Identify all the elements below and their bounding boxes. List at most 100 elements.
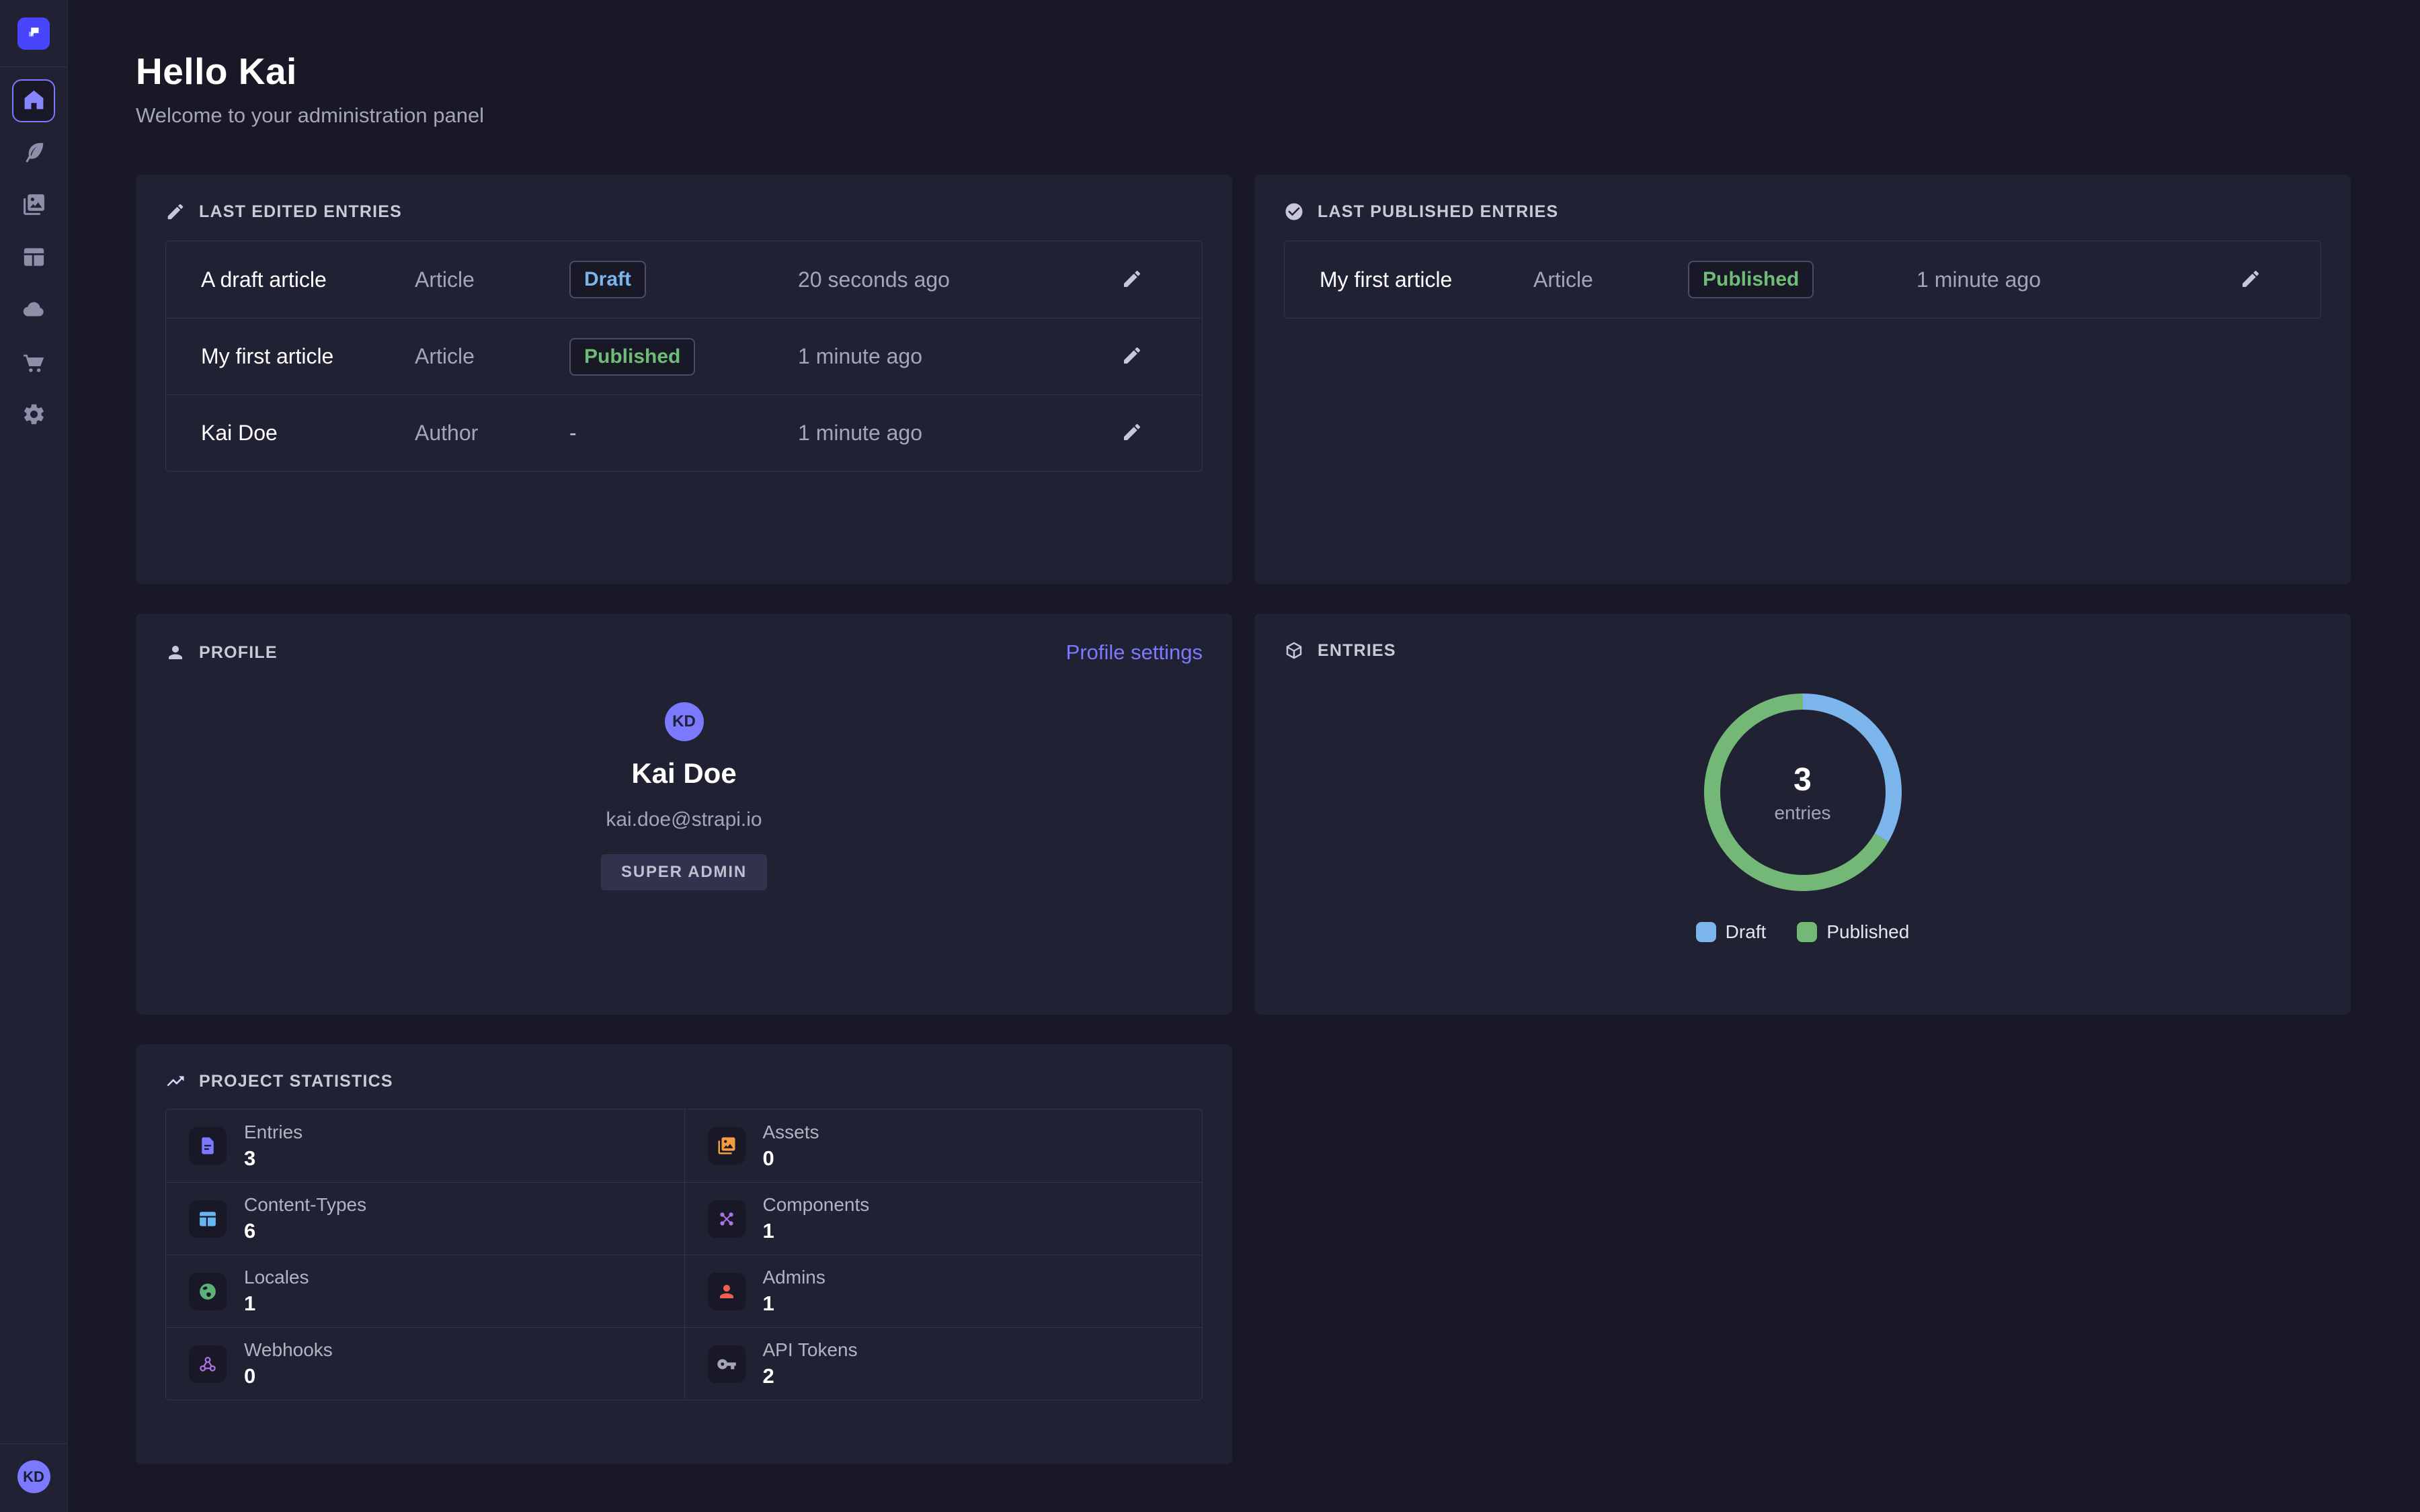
sidebar-item-media-library[interactable] [12,184,55,227]
sidebar-nav [12,67,55,437]
user-avatar[interactable]: KD [17,1460,50,1493]
stat-label: API Tokens [763,1339,858,1361]
stat-webhooks: Webhooks 0 [166,1327,684,1400]
stat-entries: Entries 3 [166,1109,684,1182]
sidebar-item-marketplace[interactable] [12,341,55,384]
entry-status-cell: - [569,421,798,446]
entry-time: 1 minute ago [798,421,1121,446]
pencil-icon [1121,268,1143,292]
project-statistics-card: PROJECT STATISTICS Entries3 Assets0 Cont… [136,1044,1232,1464]
entry-time: 1 minute ago [798,344,1121,369]
card-title: ENTRIES [1318,641,1396,661]
entry-type: Author [415,421,569,446]
legend-swatch-draft [1696,922,1716,942]
entry-name: A draft article [201,267,415,292]
entries-card: ENTRIES 3 entries [1254,614,2351,1015]
card-title: LAST EDITED ENTRIES [199,202,402,222]
sidebar-item-deploy[interactable] [12,289,55,332]
last-edited-entries-table: A draft article Article Draft 20 seconds… [165,241,1203,472]
sidebar-item-content-type-builder[interactable] [12,237,55,280]
gear-icon [22,402,46,429]
edit-entry-button[interactable] [2240,268,2261,292]
stat-label: Entries [244,1122,302,1143]
main-content: Hello Kai Welcome to your administration… [68,0,2420,1464]
images-icon [708,1127,745,1165]
entry-time: 1 minute ago [1917,267,2240,292]
sidebar-item-content-manager[interactable] [12,132,55,175]
person-icon [165,642,186,663]
images-icon [22,192,46,219]
stat-value: 1 [763,1292,825,1316]
stat-components: Components1 [684,1182,1203,1255]
pencil-icon [1121,345,1143,368]
entries-total: 3 [1793,761,1812,798]
legend-label: Published [1826,921,1909,943]
trending-up-icon [165,1071,186,1091]
stat-label: Webhooks [244,1339,333,1361]
entry-type: Article [1533,267,1688,292]
globe-icon [189,1273,227,1310]
profile-role-badge: SUPER ADMIN [601,854,767,890]
feather-icon [22,140,46,167]
stat-label: Assets [763,1122,819,1143]
entry-name: Kai Doe [201,421,415,446]
sidebar: KD [0,0,68,1512]
entry-type: Article [415,344,569,369]
entries-donut-chart: 3 entries [1702,691,1904,893]
stat-value: 1 [244,1292,309,1316]
edit-entry-button[interactable] [1121,268,1143,292]
sidebar-bottom: KD [0,1443,67,1512]
stat-content-types: Content-Types6 [166,1182,684,1255]
profile-avatar: KD [665,702,704,741]
profile-settings-link[interactable]: Profile settings [1066,640,1203,665]
status-badge: Published [1688,261,1814,298]
sidebar-item-home[interactable] [12,79,55,122]
webhook-icon [189,1345,227,1383]
app-root: KD Hello Kai Welcome to your administrat… [0,0,2420,1464]
cloud-icon [22,297,46,324]
edit-entry-button[interactable] [1121,421,1143,445]
layout-icon [189,1200,227,1238]
last-published-entries-table: My first article Article Published 1 min… [1284,241,2321,319]
stat-admins: Admins1 [684,1255,1203,1327]
stat-locales: Locales 1 [166,1255,684,1327]
pencil-icon [2240,268,2261,292]
table-row: Kai Doe Author - 1 minute ago [166,394,1202,471]
legend-item-draft: Draft [1696,921,1767,943]
last-edited-entries-card: LAST EDITED ENTRIES A draft article Arti… [136,175,1232,584]
strapi-logo-icon [24,22,44,46]
last-published-entries-header: LAST PUBLISHED ENTRIES [1284,202,2321,222]
profile-email: kai.doe@strapi.io [606,808,762,831]
profile-card: PROFILE Profile settings KD Kai Doe kai.… [136,614,1232,1015]
last-published-entries-card: LAST PUBLISHED ENTRIES My first article … [1254,175,2351,584]
key-icon [708,1345,745,1383]
legend-swatch-published [1797,922,1817,942]
chart-legend: Draft Published [1696,921,1910,943]
stat-label: Components [763,1194,870,1216]
entry-status-cell: Published [569,338,798,376]
project-statistics-table: Entries 3 Assets 0 Content-Types6 Componen… [165,1109,1203,1400]
stat-value: 0 [244,1364,333,1388]
sidebar-divider-bottom [0,1443,68,1444]
edit-entry-button[interactable] [1121,345,1143,368]
admin-user-icon [708,1273,745,1310]
profile-header: PROFILE Profile settings [165,640,1203,665]
stat-value: 3 [244,1146,302,1171]
donut-center: 3 entries [1702,691,1904,893]
table-row: My first article Article Published 1 min… [166,318,1202,394]
strapi-logo [17,17,50,50]
entry-name: My first article [201,344,415,369]
page-title: Hello Kai [136,50,2351,93]
entry-time: 20 seconds ago [798,267,1121,292]
entry-type: Article [415,267,569,292]
home-icon [22,87,46,114]
stat-api-tokens: API Tokens2 [684,1327,1203,1400]
page-subtitle: Welcome to your administration panel [136,103,2351,128]
status-badge: Published [569,338,695,376]
status-badge: - [569,421,577,446]
last-edited-entries-header: LAST EDITED ENTRIES [165,202,1203,222]
stat-label: Locales [244,1267,309,1288]
cart-icon [22,349,46,376]
sidebar-item-settings[interactable] [12,394,55,437]
entries-body: 3 entries Draft Published [1284,661,2321,943]
